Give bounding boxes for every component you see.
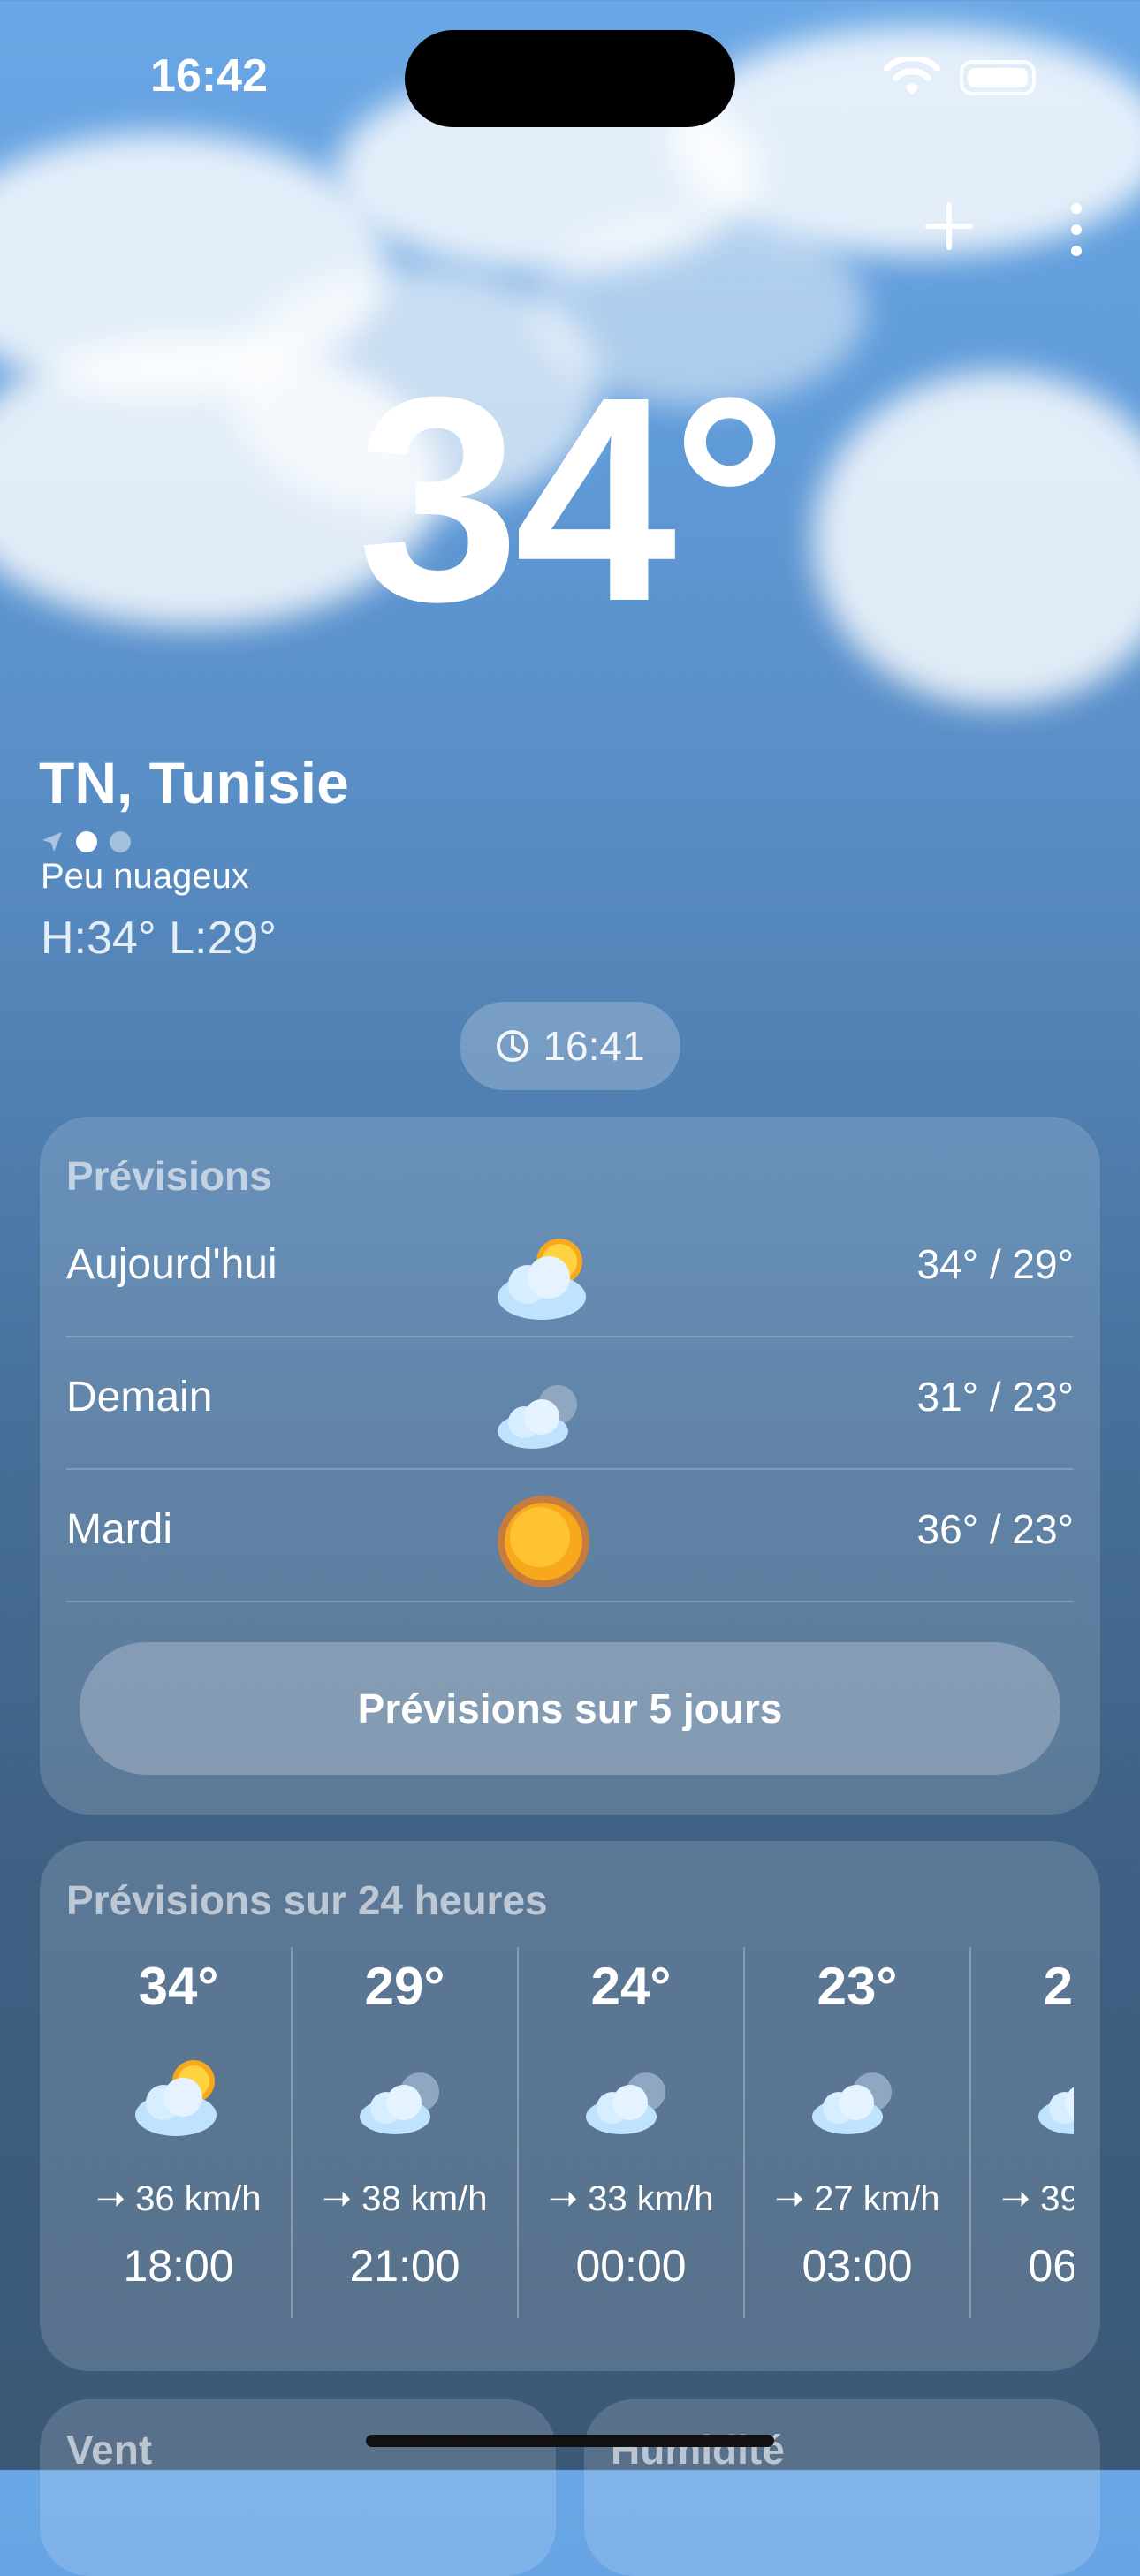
add-location-button[interactable] [924,201,974,251]
forecast-card: Prévisions Aujourd'hui 34° / 29° Demain … [40,1117,1100,1815]
forecast-row[interactable]: Mardi 36° / 23° [66,1468,1074,1602]
hourly-temp: 23° [1043,1957,1074,2016]
hourly-wind: ➝ 38 km/h [322,2179,488,2218]
hourly-wind: ➝ 39 km/h [1000,2179,1074,2218]
status-time: 16:42 [150,50,268,102]
hourly-time: 21:00 [349,2241,460,2291]
wifi-icon [884,57,940,95]
current-temperature: 34° [357,336,787,662]
last-updated-pill[interactable]: 16:41 [460,1002,680,1090]
cloud-icon [812,2072,892,2134]
status-bar: 16:42 [0,0,1140,150]
hourly-scroll[interactable]: 34° ➝ 36 km/h 18:00 29° ➝ 38 km/h 21:00 … [66,1947,1074,2318]
hourly-item[interactable]: 23° ➝ 27 km/h 03:00 [745,1947,971,2318]
forecast-row[interactable]: Demain 31° / 23° [66,1336,1074,1470]
wind-tile[interactable]: Vent [40,2399,556,2576]
hourly-time: 06:00 [1028,2241,1074,2291]
forecast-range: 31° / 23° [916,1374,1074,1420]
hourly-wind: ➝ 33 km/h [548,2179,714,2218]
weather-condition: Peu nuageux [41,857,249,896]
cloud-icon [360,2072,439,2134]
hourly-item[interactable]: 24° ➝ 33 km/h 00:00 [519,1947,745,2318]
page-indicator[interactable] [41,829,131,855]
wind-tile-title: Vent [66,2427,153,2473]
more-options-button[interactable] [1060,201,1092,258]
sun-icon [498,1496,589,1587]
hourly-temp: 23° [817,1957,898,2016]
sun-behind-cloud-icon [498,1239,586,1320]
home-indicator[interactable] [366,2435,774,2447]
forecast-range: 36° / 23° [916,1506,1074,1552]
five-day-forecast-button[interactable]: Prévisions sur 5 jours [80,1642,1060,1775]
forecast-row[interactable]: Aujourd'hui 34° / 29° [66,1203,1074,1337]
hourly-item[interactable]: 29° ➝ 38 km/h 21:00 [293,1947,519,2318]
forecast-day: Aujourd'hui [66,1241,277,1288]
hourly-temp: 34° [138,1957,219,2016]
location-name: TN, Tunisie [39,750,349,815]
hourly-wind: ➝ 27 km/h [774,2179,940,2218]
hourly-temp: 24° [590,1957,672,2016]
cloud-icon [498,1385,577,1449]
hourly-forecast-title: Prévisions sur 24 heures [66,1877,548,1923]
hourly-time: 18:00 [123,2241,234,2291]
hourly-time: 03:00 [802,2241,913,2291]
battery-icon [960,60,1036,95]
sun-behind-cloud-icon [135,2060,217,2136]
forecast-day: Mardi [66,1506,173,1553]
high-low-temperature: H:34° L:29° [41,913,277,964]
page-dot[interactable] [110,831,131,852]
hourly-item[interactable]: 23° ➝ 39 km/h 06:00 [971,1947,1074,2318]
hourly-forecast-card: Prévisions sur 24 heures 34° ➝ 36 km/h 1… [40,1841,1100,2371]
clock-icon [497,1030,529,1062]
cloud-icon [1038,2087,1074,2134]
hourly-wind: ➝ 36 km/h [95,2179,262,2218]
forecast-day: Demain [66,1374,213,1421]
forecast-title: Prévisions [66,1153,272,1199]
humidity-tile[interactable]: Humidité [584,2399,1100,2576]
location-arrow-icon [42,832,62,852]
hourly-temp: 29° [364,1957,445,2016]
humidity-tile-title: Humidité [611,2427,785,2473]
forecast-range: 34° / 29° [916,1241,1074,1287]
hourly-time: 00:00 [575,2241,687,2291]
last-updated-time: 16:41 [543,1023,645,1069]
cloud-icon [586,2072,665,2134]
hourly-item[interactable]: 34° ➝ 36 km/h 18:00 [66,1947,293,2318]
dynamic-island [405,30,735,127]
page-dot-active[interactable] [76,831,97,852]
